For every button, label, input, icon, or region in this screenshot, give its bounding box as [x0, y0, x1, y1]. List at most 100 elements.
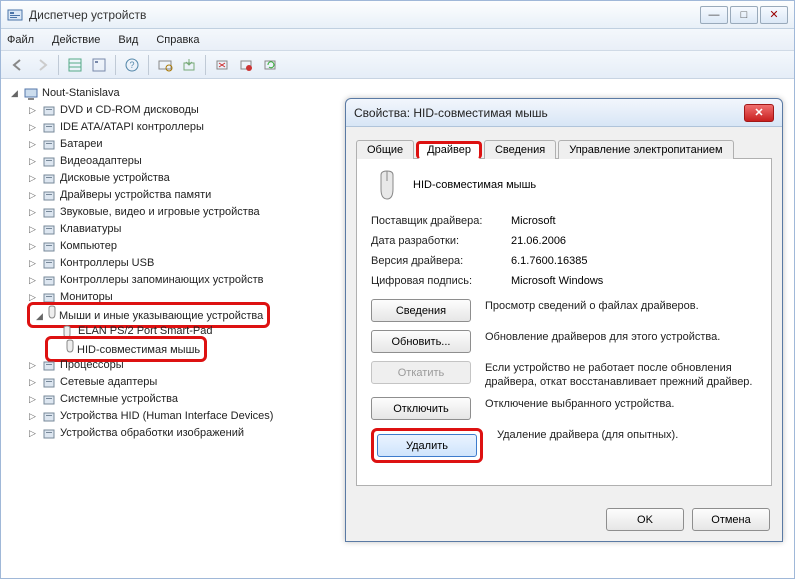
rollback-driver-button: Откатить	[371, 361, 471, 384]
expand-icon[interactable]: ▷	[27, 139, 38, 150]
device-category-icon	[42, 104, 56, 118]
expand-icon[interactable]: ▷	[27, 105, 38, 116]
expand-icon[interactable]: ▷	[27, 190, 38, 201]
update-driver-desc: Обновление драйверов для этого устройств…	[485, 330, 757, 344]
properties-dialog: Свойства: HID-совместимая мышь ✕ Общие Д…	[345, 98, 783, 542]
date-value: 21.06.2006	[511, 235, 757, 247]
minimize-button[interactable]: —	[700, 6, 728, 24]
close-button[interactable]: ✕	[760, 6, 788, 24]
menu-view[interactable]: Вид	[118, 34, 138, 46]
spacer	[52, 342, 63, 353]
expand-icon[interactable]: ▷	[27, 428, 38, 439]
device-category-icon	[42, 393, 56, 407]
tree-item-label: DVD и CD-ROM дисководы	[60, 102, 199, 119]
expand-icon[interactable]: ▷	[27, 241, 38, 252]
help-button[interactable]: ?	[121, 54, 143, 76]
refresh-button[interactable]	[259, 54, 281, 76]
update-button[interactable]	[178, 54, 200, 76]
menubar: Файл Действие Вид Справка	[1, 29, 794, 51]
provider-value: Microsoft	[511, 215, 757, 227]
device-category-icon	[42, 257, 56, 271]
expand-icon[interactable]: ▷	[27, 173, 38, 184]
collapse-icon[interactable]: ◢	[34, 311, 45, 322]
expand-icon[interactable]: ▷	[27, 360, 38, 371]
device-category-icon	[42, 172, 56, 186]
tree-item-label: Устройства HID (Human Interface Devices)	[60, 408, 273, 425]
device-category-icon	[42, 223, 56, 237]
list-view-button[interactable]	[64, 54, 86, 76]
expand-icon[interactable]: ▷	[27, 156, 38, 167]
dialog-title: Свойства: HID-совместимая мышь	[354, 106, 744, 120]
maximize-button[interactable]: □	[730, 6, 758, 24]
expand-icon[interactable]: ▷	[27, 394, 38, 405]
uninstall-highlight: Удалить	[371, 428, 483, 463]
scan-button[interactable]	[154, 54, 176, 76]
tree-item-label: Контроллеры USB	[60, 255, 154, 272]
menu-help[interactable]: Справка	[156, 34, 199, 46]
signature-value: Microsoft Windows	[511, 275, 757, 287]
disable-device-desc: Отключение выбранного устройства.	[485, 397, 757, 411]
device-category-icon	[42, 189, 56, 203]
expand-icon[interactable]: ▷	[27, 411, 38, 422]
tree-item-label: Устройства обработки изображений	[60, 425, 244, 442]
uninstall-button[interactable]	[211, 54, 233, 76]
expand-icon[interactable]: ▷	[27, 275, 38, 286]
expand-icon[interactable]: ▷	[27, 122, 38, 133]
expand-icon[interactable]: ▷	[27, 258, 38, 269]
dialog-close-button[interactable]: ✕	[744, 104, 774, 122]
expand-icon[interactable]: ▷	[27, 224, 38, 235]
update-driver-button[interactable]: Обновить...	[371, 330, 471, 353]
tab-details[interactable]: Сведения	[484, 140, 556, 159]
tab-general[interactable]: Общие	[356, 140, 414, 159]
toolbar-separator	[148, 55, 149, 75]
expand-icon[interactable]: ▷	[27, 377, 38, 388]
tab-power[interactable]: Управление электропитанием	[558, 140, 733, 159]
menu-file[interactable]: Файл	[7, 34, 34, 46]
tree-item-label: Звуковые, видео и игровые устройства	[60, 204, 260, 221]
device-category-icon	[42, 410, 56, 424]
uninstall-driver-button[interactable]: Удалить	[377, 434, 477, 457]
version-value: 6.1.7600.16385	[511, 255, 757, 267]
mouse-icon	[45, 305, 59, 319]
back-button[interactable]	[7, 54, 29, 76]
device-category-icon	[42, 155, 56, 169]
properties-button[interactable]	[88, 54, 110, 76]
rollback-driver-desc: Если устройство не работает после обновл…	[485, 361, 757, 389]
cancel-button[interactable]: Отмена	[692, 508, 770, 531]
toolbar: ?	[1, 51, 794, 79]
tree-item-label: Мыши и иные указывающие устройства	[59, 310, 263, 322]
expand-icon[interactable]: ▷	[27, 207, 38, 218]
forward-button[interactable]	[31, 54, 53, 76]
dialog-titlebar: Свойства: HID-совместимая мышь ✕	[346, 99, 782, 127]
device-category-icon	[42, 359, 56, 373]
toolbar-separator	[115, 55, 116, 75]
collapse-icon[interactable]: ◢	[9, 88, 20, 99]
disable-button[interactable]	[235, 54, 257, 76]
device-name: HID-совместимая мышь	[413, 179, 536, 191]
toolbar-separator	[205, 55, 206, 75]
app-icon	[7, 7, 23, 23]
device-category-icon	[42, 240, 56, 254]
driver-details-desc: Просмотр сведений о файлах драйверов.	[485, 299, 757, 313]
window-title: Диспетчер устройств	[29, 8, 700, 22]
tab-driver[interactable]: Драйвер	[416, 141, 482, 159]
tree-root-label: Nout-Stanislava	[42, 85, 120, 102]
tree-item-label: Дисковые устройства	[60, 170, 170, 187]
driver-details-button[interactable]: Сведения	[371, 299, 471, 322]
titlebar: Диспетчер устройств — □ ✕	[1, 1, 794, 29]
tree-item-label: Контроллеры запоминающих устройств	[60, 272, 263, 289]
tabs: Общие Драйвер Сведения Управление электр…	[356, 135, 772, 159]
window-controls: — □ ✕	[700, 6, 788, 24]
tree-item-label: IDE ATA/ATAPI контроллеры	[60, 119, 204, 136]
tree-item-label: Клавиатуры	[60, 221, 121, 238]
disable-device-button[interactable]: Отключить	[371, 397, 471, 420]
device-category-icon	[42, 427, 56, 441]
device-category-icon	[42, 274, 56, 288]
ok-button[interactable]: OK	[606, 508, 684, 531]
tree-item-label: HID-совместимая мышь	[77, 344, 200, 356]
driver-panel: HID-совместимая мышь Поставщик драйвера:…	[356, 159, 772, 486]
menu-action[interactable]: Действие	[52, 34, 100, 46]
tree-item-label: Процессоры	[60, 357, 124, 374]
svg-text:?: ?	[129, 60, 134, 70]
tree-item-label: Компьютер	[60, 238, 117, 255]
